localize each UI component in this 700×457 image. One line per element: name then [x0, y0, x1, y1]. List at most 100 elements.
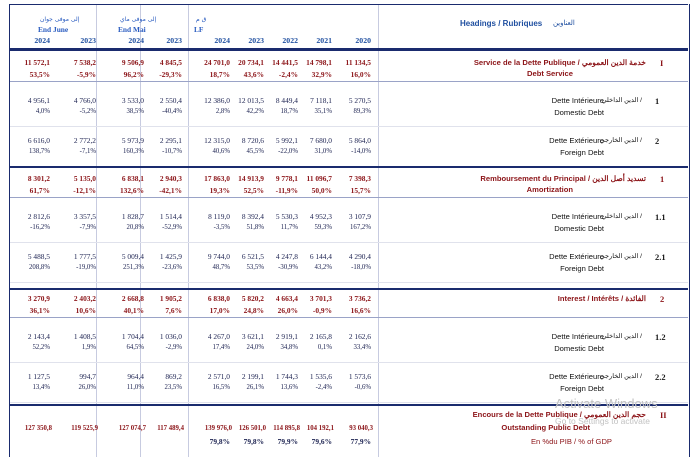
section-change: 16,0% [350, 70, 371, 79]
section-change: 50,0% [311, 186, 332, 195]
header-year: 2024 [128, 36, 144, 45]
section-title-en: Debt Service [526, 69, 573, 78]
row-value: 8 119,0 [208, 212, 230, 221]
row-value: 2 162,6 [348, 332, 371, 341]
section-change: -29,3% [159, 70, 182, 79]
row-change: 31,0% [314, 148, 332, 155]
row-change: 11,0% [126, 384, 144, 391]
section-value: 3 270,9 [27, 294, 50, 303]
row-value: 1 744,3 [275, 372, 298, 381]
section-change: 18,7% [209, 70, 230, 79]
row-change: -18,0% [351, 264, 371, 271]
row-value: 7 118,1 [310, 96, 332, 105]
section-index: 2 [660, 294, 665, 304]
row-change: 11,7% [280, 224, 298, 231]
row-change: 59,3% [314, 224, 332, 231]
row-value: 964,4 [127, 372, 144, 381]
row-value: 4 247,8 [275, 252, 298, 261]
row-value: 3 107,9 [348, 212, 371, 221]
row-value: 8 720,6 [241, 136, 264, 145]
header-rule [10, 48, 688, 51]
section-value: 20 734,1 [238, 58, 264, 67]
row-change: -5,2% [79, 108, 96, 115]
row-change: -14,0% [351, 148, 371, 155]
section-value: 6 838,0 [207, 294, 230, 303]
row-value: 1 777,5 [73, 252, 96, 261]
section-title-en: Amortization [526, 185, 573, 194]
section-change: 53,5% [29, 70, 50, 79]
row-value: 2 199,1 [241, 372, 264, 381]
row-change: 35,1% [314, 108, 332, 115]
row-change: 48,7% [212, 264, 230, 271]
row-value: 1 828,7 [121, 212, 144, 221]
section-change: 96,2% [123, 70, 144, 79]
watermark-title: Activate Windows [555, 396, 658, 411]
section-change: 7,6% [165, 306, 182, 315]
section-rule [10, 317, 688, 318]
row-index: 2.2 [655, 372, 666, 382]
section-change: 132,6% [119, 186, 144, 195]
header-year: 2020 [355, 36, 371, 45]
section-value: 14 798,1 [306, 58, 332, 67]
row-value: 869,2 [165, 372, 182, 381]
row-label-en: Domestic Debt [554, 344, 604, 353]
row-change: -40,4% [162, 108, 182, 115]
row-change: 38,5% [126, 108, 144, 115]
section-value: 17 863,0 [204, 174, 230, 183]
row-value: 4 267,0 [207, 332, 230, 341]
column-divider [96, 4, 97, 457]
section-value: 5 820,2 [241, 294, 264, 303]
section-change: 26,0% [277, 306, 298, 315]
row-index: 1.1 [655, 212, 666, 222]
section-value: 6 838,1 [121, 174, 144, 183]
row-change: 64,5% [126, 344, 144, 351]
header-year: 2022 [282, 36, 298, 45]
header-group-fr: End June [38, 25, 69, 34]
row-change: 13,6% [280, 384, 298, 391]
gdp-value: 79,9% [277, 437, 298, 446]
row-index: 1 [655, 96, 660, 106]
section-value: 14 441,5 [272, 58, 298, 67]
outstanding-value: 119 525,9 [71, 425, 98, 432]
row-index: 1.2 [655, 332, 666, 342]
row-value: 1 127,5 [27, 372, 50, 381]
section-change: 32,9% [311, 70, 332, 79]
row-change: 208,8% [29, 264, 50, 271]
row-change: 42,2% [246, 108, 264, 115]
row-value: 4 766,0 [73, 96, 96, 105]
row-value: 8 392,4 [241, 212, 264, 221]
section-change: 36,1% [29, 306, 50, 315]
row-change: 1,9% [81, 344, 96, 351]
row-value: 3 357,5 [73, 212, 96, 221]
row-label-fr: Dette Intérieure [551, 332, 604, 341]
outstanding-index: II [660, 410, 667, 420]
headings-label-ar: العناوين [553, 20, 575, 27]
section-title: Interest / Intérêts / الفائدة [557, 294, 646, 303]
row-value: 1 573,6 [348, 372, 371, 381]
row-value: 994,7 [79, 372, 96, 381]
section-value: 2 668,8 [121, 294, 144, 303]
row-label-en: Foreign Debt [560, 148, 604, 157]
row-change: 89,3% [353, 108, 371, 115]
row-value: 5 270,5 [348, 96, 371, 105]
header-group-fr: End Mai [118, 25, 146, 34]
header-group-ar: إلى موفى جوان [40, 16, 80, 23]
row-label-fr: Dette Extérieure [549, 372, 604, 381]
section-value: 5 135,0 [73, 174, 96, 183]
section-value: 1 905,2 [159, 294, 182, 303]
section-value: 2 403,2 [73, 294, 96, 303]
row-label-ar: الدين الخارجي / [599, 137, 642, 144]
row-change: 34,8% [280, 344, 298, 351]
header-year: 2021 [316, 36, 332, 45]
row-label-fr: Dette Extérieure [549, 252, 604, 261]
outstanding-value: 117 489,4 [157, 425, 184, 432]
row-rule [10, 362, 688, 363]
row-value: 12 315,0 [204, 136, 230, 145]
row-change: 167,2% [350, 224, 371, 231]
row-label-ar: الدين الخارجي / [599, 373, 642, 380]
section-index: 1 [660, 174, 665, 184]
row-change: -19,0% [76, 264, 96, 271]
section-change: 16,6% [350, 306, 371, 315]
section-value: 11 096,7 [306, 174, 332, 183]
row-value: 5 488,5 [27, 252, 50, 261]
